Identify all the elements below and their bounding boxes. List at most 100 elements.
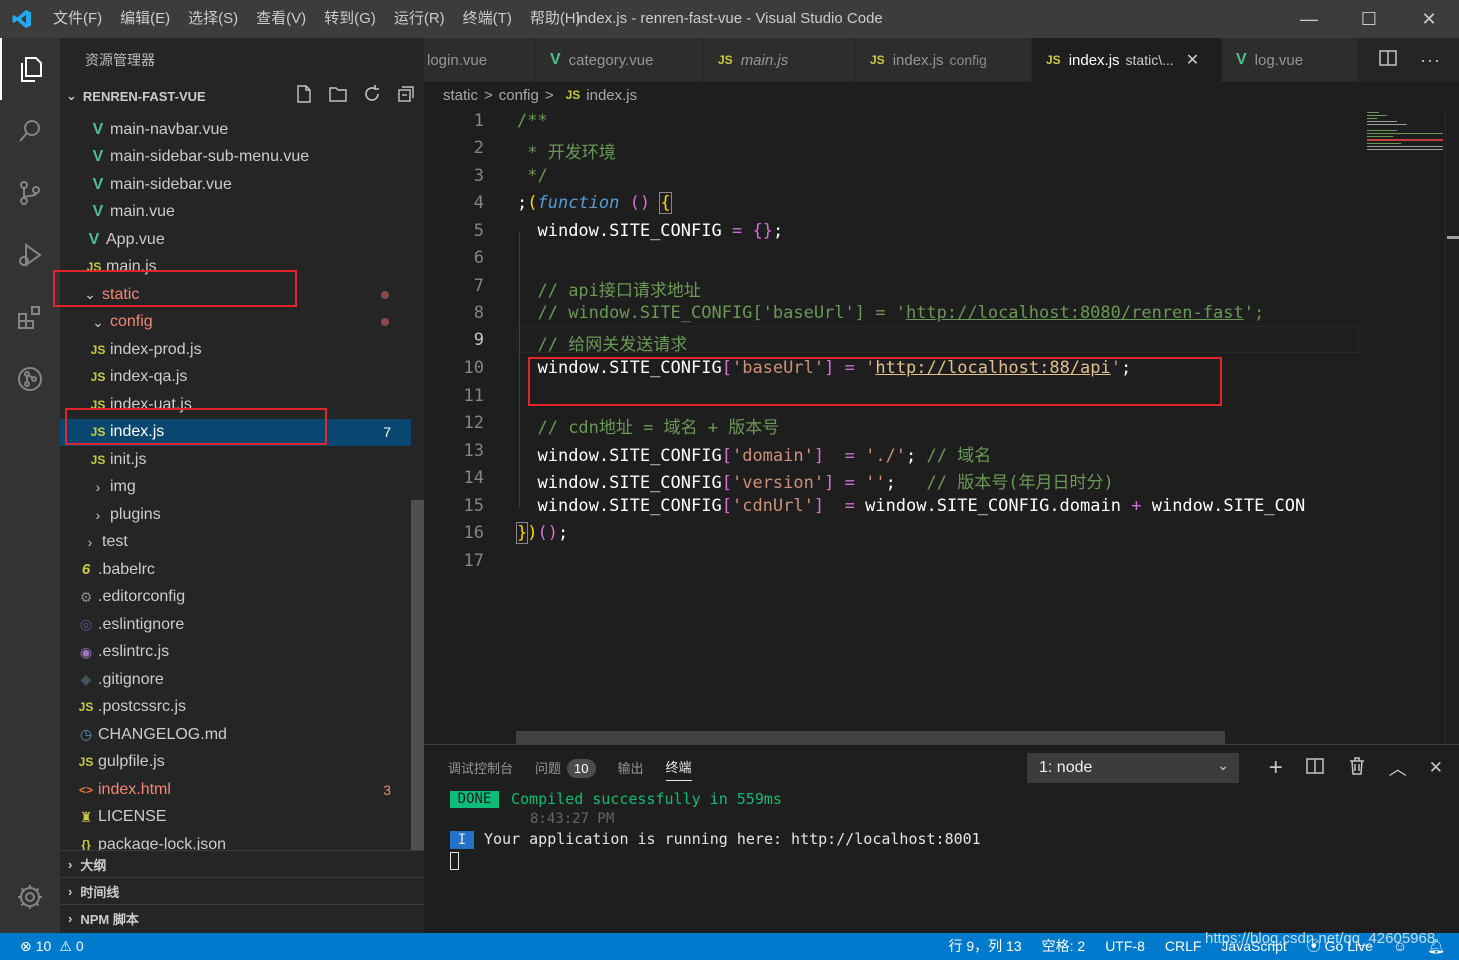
tab-index-js-static[interactable]: JS index.js static\... ✕ <box>1032 38 1222 82</box>
menu-file[interactable]: 文件(F) <box>44 0 111 38</box>
tree-item[interactable]: › test <box>60 529 411 557</box>
line-number: 12 <box>463 413 484 433</box>
tree-item[interactable]: Vmain.vue <box>60 199 411 227</box>
tree-item[interactable]: Vmain-sidebar.vue <box>60 171 411 199</box>
vue-file-icon: V <box>550 51 561 68</box>
chevron-up-icon[interactable]: ︿ <box>1389 755 1407 781</box>
bottom-panel: 调试控制台 问题 10 输出 终端 1: node ⌄ + ︿ ✕ DONE Co… <box>424 744 1459 933</box>
tree-item[interactable]: Vmain-navbar.vue <box>60 116 411 144</box>
menu-go[interactable]: 转到(G) <box>315 0 385 38</box>
trash-icon[interactable] <box>1347 756 1367 781</box>
tree-item[interactable]: ⚙ .editorconfig <box>60 584 411 612</box>
menu-run[interactable]: 运行(R) <box>385 0 454 38</box>
git-graph-icon[interactable] <box>0 348 60 410</box>
new-terminal-icon[interactable]: + <box>1269 754 1283 782</box>
menu-view[interactable]: 查看(V) <box>247 0 315 38</box>
line-ending[interactable]: CRLF <box>1165 933 1202 960</box>
tree-item[interactable]: JS .postcssrc.js <box>60 694 411 722</box>
tree-item[interactable]: JS main.js <box>60 254 411 282</box>
editor-horizontal-scrollbar[interactable] <box>516 731 1225 744</box>
menu-terminal[interactable]: 终端(T) <box>454 0 521 38</box>
tree-item[interactable]: ◆ .gitignore <box>60 666 411 694</box>
js-file-icon: JS <box>78 700 94 715</box>
tree-item[interactable]: <> index.html 3 <box>60 776 411 804</box>
tree-item[interactable]: ♜ LICENSE <box>60 804 411 832</box>
tree-item[interactable]: JS index-prod.js <box>60 336 411 364</box>
minimap[interactable] <box>1359 108 1459 744</box>
breadcrumb-file[interactable]: index.js <box>586 87 637 104</box>
collapse-all-icon[interactable] <box>396 84 416 107</box>
close-panel-icon[interactable]: ✕ <box>1429 758 1443 778</box>
split-terminal-icon[interactable] <box>1305 756 1325 781</box>
tree-item[interactable]: ⌄ static <box>60 281 411 309</box>
tab-login-vue[interactable]: login.vue <box>424 38 536 82</box>
tree-item[interactable]: JS index-uat.js <box>60 391 411 419</box>
tab-category-vue[interactable]: V category.vue <box>536 38 704 82</box>
source-control-icon[interactable] <box>0 162 60 224</box>
tree-item[interactable]: ◷ CHANGELOG.md <box>60 721 411 749</box>
breadcrumb-config[interactable]: config <box>499 87 539 104</box>
new-folder-icon[interactable] <box>328 84 348 107</box>
tree-item[interactable]: JS index-qa.js <box>60 364 411 392</box>
error-icon[interactable]: ⊗ <box>20 933 32 960</box>
project-header[interactable]: ⌄ RENREN-FAST-VUE <box>60 82 424 110</box>
extensions-icon[interactable] <box>0 286 60 348</box>
tree-item[interactable]: Vmain-sidebar-sub-menu.vue <box>60 144 411 172</box>
encoding[interactable]: UTF-8 <box>1105 933 1145 960</box>
tree-item[interactable]: JS gulpfile.js <box>60 749 411 777</box>
error-count[interactable]: 10 <box>36 933 52 960</box>
breadcrumb-static[interactable]: static <box>443 87 478 104</box>
terminal-select[interactable]: 1: node ⌄ <box>1027 753 1239 783</box>
tree-item[interactable]: {} package-lock.json <box>60 831 411 850</box>
close-tab-icon[interactable]: ✕ <box>1186 50 1199 70</box>
section-npm-scripts[interactable]: › NPM 脚本 <box>60 904 424 931</box>
tab-problems[interactable]: 问题 10 <box>535 758 596 781</box>
tree-item[interactable]: › img <box>60 474 411 502</box>
tree-item[interactable]: V App.vue <box>60 226 411 254</box>
tab-index-js-config[interactable]: JS index.js config <box>856 38 1032 82</box>
tree-item[interactable]: ◎ .eslintignore <box>60 611 411 639</box>
tree-item[interactable]: ⌄ config <box>60 309 411 337</box>
menu-selection[interactable]: 选择(S) <box>179 0 247 38</box>
terminal-cursor <box>450 852 459 870</box>
explorer-icon[interactable] <box>0 38 60 100</box>
refresh-icon[interactable] <box>362 84 382 107</box>
close-window-icon[interactable]: ✕ <box>1399 0 1459 38</box>
tree-item[interactable]: › plugins <box>60 501 411 529</box>
tree-item[interactable]: JS init.js <box>60 446 411 474</box>
section-outline[interactable]: › 大纲 <box>60 850 424 877</box>
tree-item[interactable]: 6 .babelrc <box>60 556 411 584</box>
indentation[interactable]: 空格: 2 <box>1042 933 1086 960</box>
settings-gear-icon[interactable] <box>0 866 60 928</box>
code-line-12: // cdn地址 = 域名 + 版本号 <box>537 418 780 438</box>
new-file-icon[interactable] <box>294 84 314 107</box>
warning-icon[interactable]: ⚠ <box>59 933 72 960</box>
tab-log-vue[interactable]: V log.vue <box>1222 38 1358 82</box>
maximize-icon[interactable]: ☐ <box>1339 0 1399 38</box>
minimize-icon[interactable]: — <box>1279 0 1339 38</box>
more-actions-icon[interactable]: ··· <box>1420 50 1441 71</box>
js-file-icon: JS <box>90 425 106 440</box>
menu-edit[interactable]: 编辑(E) <box>111 0 179 38</box>
sidebar-scrollbar[interactable] <box>411 500 424 850</box>
tree-item[interactable]: JS index.js 7 <box>60 418 411 446</box>
menu-help[interactable]: 帮助(H) <box>521 0 590 38</box>
tree-item-label: App.vue <box>106 230 165 248</box>
tab-terminal[interactable]: 终端 <box>665 757 692 781</box>
tab-output[interactable]: 输出 <box>618 758 644 781</box>
search-icon[interactable] <box>0 100 60 162</box>
warning-count[interactable]: 0 <box>76 933 84 960</box>
cursor-position[interactable]: 行 9，列 13 <box>948 933 1021 960</box>
compile-message: Compiled successfully in 559ms <box>511 790 782 808</box>
tab-label: main.js <box>740 51 789 69</box>
section-timeline[interactable]: › 时间线 <box>60 877 424 904</box>
license-icon: ♜ <box>79 808 93 825</box>
compile-time: 8:43:27 PM <box>530 811 615 827</box>
code-editor[interactable]: 1 2 3 4 5 6 7 8 9 10 11 12 13 14 15 16 17 /** * 开发环境 */ … <box>424 108 1359 744</box>
split-editor-icon[interactable] <box>1378 48 1398 73</box>
tab-debug-console[interactable]: 调试控制台 <box>448 758 513 781</box>
run-debug-icon[interactable] <box>0 224 60 286</box>
tab-main-js[interactable]: JS main.js <box>704 38 856 82</box>
editor-vertical-scrollbar[interactable] <box>1445 108 1459 744</box>
tree-item[interactable]: ◉ .eslintrc.js <box>60 639 411 667</box>
